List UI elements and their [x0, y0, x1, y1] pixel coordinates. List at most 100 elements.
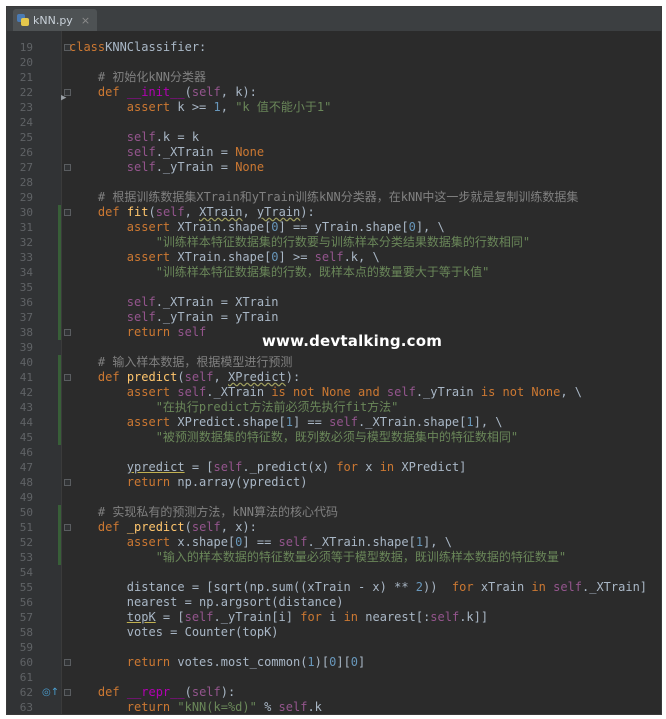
code-token: ._yTrain = yTrain [155, 310, 279, 324]
code-line[interactable]: 42 assert self._XTrain is not None and s… [7, 385, 661, 400]
code-line[interactable]: 58 votes = Counter(topK) [7, 625, 661, 640]
code-line[interactable]: 50 # 实现私有的预测方法，kNN算法的核心代码 [7, 505, 661, 520]
change-marker[interactable] [58, 325, 61, 340]
code-line[interactable]: 27 self._yTrain = None [7, 160, 661, 175]
code-line[interactable]: 34 "训练样本特征数据集的行数，既样本点的数量要大于等于k值" [7, 265, 661, 280]
change-marker[interactable] [58, 265, 61, 280]
line-number: 53 [19, 551, 33, 564]
code-token: "输入的样本数据的特征数量必须等于模型数据，既训练样本数据的特征数量" [155, 550, 567, 564]
change-marker[interactable] [58, 400, 61, 415]
code-line[interactable]: 49 [7, 490, 661, 505]
code-line[interactable]: 46 [7, 445, 661, 460]
code-line[interactable]: 32 "训练样本特征数据集的行数要与训练样本分类结果数据集的行数相同" [7, 235, 661, 250]
code-line[interactable]: 25 self.k = k [7, 130, 661, 145]
code-line[interactable]: 19 classKNNClassifier: [7, 40, 661, 55]
change-marker[interactable] [58, 280, 61, 295]
code-line[interactable]: 45 "被预测数据集的特征数，既列数必须与模型数据集中的特征数相同" [7, 430, 661, 445]
code-line[interactable]: 53 "输入的样本数据的特征数量必须等于模型数据，既训练样本数据的特征数量" [7, 550, 661, 565]
code-line[interactable]: 37 self._yTrain = yTrain [7, 310, 661, 325]
code-line[interactable]: 35 [7, 280, 661, 295]
change-marker[interactable] [58, 550, 61, 565]
code-token: ._XTrain = [155, 145, 236, 159]
code-line[interactable]: 30 def fit(self, XTrain, yTrain): [7, 205, 661, 220]
code-text: def _predict(self, x): [69, 520, 257, 535]
code-token: is not [480, 385, 532, 399]
code-token: XPredict.shape[ [177, 415, 286, 429]
code-token: self [191, 85, 221, 99]
code-text: distance = [sqrt(np.sum((xTrain - x) ** … [69, 580, 647, 595]
file-tab-knn[interactable]: kNN.py × [13, 9, 97, 31]
code-text: self._yTrain = None [69, 160, 264, 175]
change-marker[interactable] [58, 430, 61, 445]
code-line[interactable]: 33 assert XTrain.shape[0] >= self.k, \ [7, 250, 661, 265]
code-token: for [451, 580, 481, 594]
change-marker[interactable] [58, 295, 61, 310]
code-line[interactable]: 57 topK = [self._yTrain[i] for i in near… [7, 610, 661, 625]
line-number: 59 [19, 641, 33, 654]
code-line[interactable]: 40 # 输入样本数据，根据模型进行预测 [7, 355, 661, 370]
code-token: )[ [314, 655, 330, 669]
code-text: "输入的样本数据的特征数量必须等于模型数据，既训练样本数据的特征数量" [69, 550, 566, 565]
code-line[interactable]: 55 distance = [sqrt(np.sum((xTrain - x) … [7, 580, 661, 595]
code-line[interactable]: 31 assert XTrain.shape[0] == yTrain.shap… [7, 220, 661, 235]
code-line[interactable]: 43 "在执行predict方法前必须先执行fit方法" [7, 400, 661, 415]
code-line[interactable]: 63 return "kNN(k=%d)" % self.k [7, 700, 661, 714]
code-token: = [ [155, 610, 185, 624]
code-token: in [379, 460, 402, 474]
code-line[interactable]: 47 ypredict = [self._predict(x) for x in… [7, 460, 661, 475]
code-line[interactable]: 22 ▶ def __init__(self, k): [7, 85, 661, 103]
change-marker[interactable] [58, 505, 61, 520]
code-token: np.array(ypredict) [177, 475, 308, 489]
code-token: self [184, 610, 214, 624]
change-marker[interactable] [58, 220, 61, 235]
override-method-icon[interactable]: ◎↑ [42, 685, 59, 700]
code-line[interactable]: 60 return votes.most_common(1)[0][0] [7, 655, 661, 670]
code-line[interactable]: 59 [7, 640, 661, 655]
change-marker[interactable] [58, 415, 61, 430]
code-token: def [97, 370, 127, 384]
code-token: in [531, 580, 554, 594]
change-marker[interactable] [58, 385, 61, 400]
code-token: def [97, 205, 127, 219]
code-editor[interactable]: 19 classKNNClassifier: 20 21 # 初始化kNN分类器 22 ▶… [7, 40, 661, 714]
change-marker[interactable] [58, 310, 61, 325]
code-line[interactable]: 54 [7, 565, 661, 580]
code-line[interactable]: 56 nearest = np.argsort(distance) [7, 595, 661, 610]
code-line[interactable]: 36 self._XTrain = XTrain [7, 295, 661, 310]
code-line[interactable]: 24 [7, 115, 661, 130]
change-marker[interactable] [58, 370, 61, 385]
close-icon[interactable]: × [81, 14, 90, 27]
change-marker[interactable] [58, 535, 61, 550]
code-line[interactable]: 48 return np.array(ypredict) [7, 475, 661, 490]
code-token: 0 [271, 220, 279, 234]
code-text: return np.array(ypredict) [69, 475, 308, 490]
line-number: 45 [19, 431, 33, 444]
change-marker[interactable] [58, 235, 61, 250]
code-token: ): [300, 205, 315, 219]
code-line[interactable]: 29 # 根据训练数据集XTrain和yTrain训练kNN分类器，在kNN中这… [7, 190, 661, 205]
change-marker[interactable] [58, 250, 61, 265]
code-token: ._XTrain.shape[ [358, 415, 467, 429]
change-marker[interactable] [58, 355, 61, 370]
line-number: 50 [19, 506, 33, 519]
code-line[interactable]: 51 def _predict(self, x): [7, 520, 661, 535]
code-line[interactable]: 26 self._XTrain = None [7, 145, 661, 160]
code-line[interactable]: 23 assert k >= 1, "k 值不能小于1" [7, 100, 661, 115]
code-line[interactable]: 62 ◎↑ def __repr__(self): [7, 685, 661, 700]
code-line[interactable]: 41 def predict(self, XPredict): [7, 370, 661, 385]
change-marker[interactable] [58, 205, 61, 220]
code-line[interactable]: 44 assert XPredict.shape[1] == self._XTr… [7, 415, 661, 430]
code-line[interactable]: 21 # 初始化kNN分类器 [7, 70, 661, 85]
code-line[interactable]: 52 assert x.shape[0] == self._XTrain.sha… [7, 535, 661, 550]
change-marker[interactable] [58, 520, 61, 535]
line-number: 58 [19, 626, 33, 639]
code-line[interactable]: 28 [7, 175, 661, 190]
code-line[interactable]: 20 [7, 55, 661, 70]
code-line[interactable]: 61 [7, 670, 661, 685]
code-token: def [97, 85, 127, 99]
